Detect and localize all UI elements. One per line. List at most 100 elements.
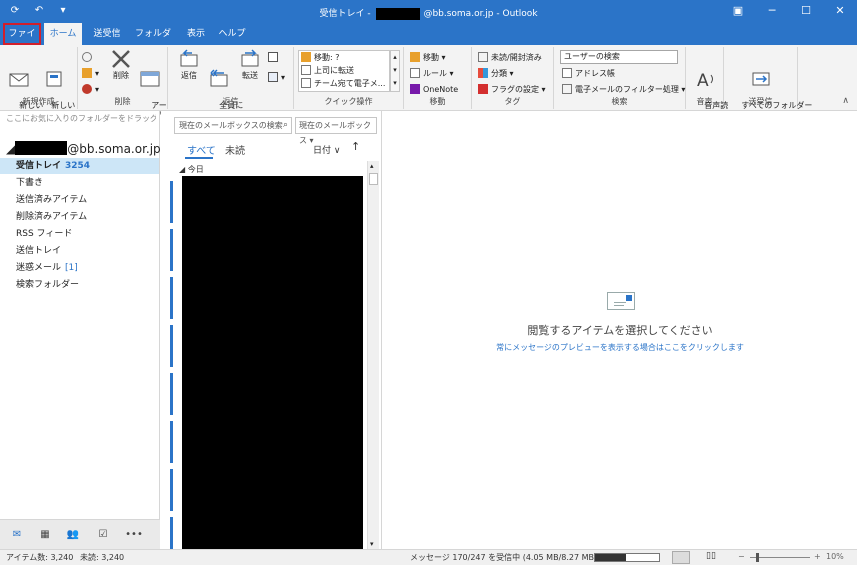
- mailbox-search-input[interactable]: 現在のメールボックスの検索 ⌕: [174, 117, 292, 134]
- folder-search[interactable]: 検索フォルダー: [0, 277, 159, 293]
- collapse-ribbon-icon[interactable]: ∧: [842, 96, 849, 106]
- mailbox-search-placeholder: 現在のメールボックスの検索: [179, 121, 283, 130]
- tab-view[interactable]: 表示: [180, 23, 212, 45]
- filter-unread[interactable]: 未読: [225, 142, 245, 157]
- no-item-selected-message: 閲覧するアイテムを選択してください: [527, 324, 713, 337]
- cleanup-button[interactable]: ▾: [82, 67, 99, 81]
- item-count: アイテム数: 3,240: [6, 553, 74, 562]
- read-unread-button[interactable]: 未読/開封済み: [478, 51, 542, 65]
- zoom-slider-track[interactable]: [750, 557, 810, 558]
- zoom-level[interactable]: 10%: [826, 552, 844, 561]
- message-list-scrollbar[interactable]: ▴ ▾: [367, 161, 379, 549]
- folder-rss[interactable]: RSS フィード: [0, 226, 159, 242]
- title-suffix: @bb.soma.or.jp - Outlook: [423, 9, 538, 19]
- normal-view-icon[interactable]: [672, 551, 690, 564]
- tab-home[interactable]: ホーム: [44, 23, 82, 45]
- title-prefix: 受信トレイ -: [319, 9, 374, 19]
- search-scope-dropdown[interactable]: 現在のメールボックス ▾: [295, 117, 377, 145]
- unread-indicator: [170, 277, 173, 319]
- mail-icon[interactable]: ✉: [10, 528, 24, 542]
- quick-step-move[interactable]: 移動: ?: [301, 51, 339, 65]
- reply-label: 返信: [181, 71, 197, 80]
- tab-folder[interactable]: フォルダー: [132, 23, 174, 61]
- quick-step-to-manager[interactable]: 上司に転送: [301, 64, 354, 78]
- reply-all-icon: [210, 69, 228, 87]
- filter-all[interactable]: すべて: [187, 142, 216, 157]
- categorize-button[interactable]: 分類 ▾: [478, 67, 514, 81]
- scroll-down-icon[interactable]: ▾: [370, 540, 374, 548]
- tab-help[interactable]: ヘルプ: [216, 23, 248, 45]
- address-book-button[interactable]: アドレス帳: [562, 67, 615, 81]
- more-respond-button[interactable]: ▾: [268, 71, 285, 85]
- folder-drafts[interactable]: 下書き: [0, 175, 159, 191]
- progress-fill: [595, 554, 627, 561]
- new-mail-icon: [9, 73, 29, 87]
- delete-label: 削除: [113, 71, 129, 80]
- search-people-input[interactable]: ユーザーの検索: [560, 50, 678, 64]
- sort-direction-icon[interactable]: ↑: [351, 140, 360, 153]
- folder-inbox[interactable]: 受信トレイ 3254: [0, 158, 159, 174]
- junk-button[interactable]: ▾: [82, 83, 99, 97]
- rules-label: ルール ▾: [423, 69, 454, 78]
- meeting-button[interactable]: [268, 51, 281, 65]
- group-delete: ▾ ▾ 削除 アー カイブ 削除: [78, 47, 168, 120]
- zoom-in-icon[interactable]: +: [814, 552, 821, 561]
- reading-view-icon[interactable]: ▯▯: [706, 551, 716, 561]
- redacted-message-list[interactable]: [182, 176, 363, 549]
- unread-indicator: [170, 325, 173, 367]
- read-aloud-icon: A: [697, 71, 713, 89]
- folder-sent[interactable]: 送信済みアイテム: [0, 192, 159, 208]
- more-apps-icon[interactable]: •••: [124, 528, 144, 542]
- account-header[interactable]: ◢ @bb.soma.or.jp: [6, 141, 161, 156]
- folder-pane: ここにお気に入りのフォルダーをドラッグします ◢@bb.soma.or.jp 受…: [0, 111, 161, 549]
- calendar-icon[interactable]: ▦: [38, 528, 52, 542]
- people-icon[interactable]: 👥: [66, 528, 80, 542]
- meeting-icon: [268, 52, 278, 62]
- junk-count: [1]: [65, 263, 78, 273]
- redacted-account: [15, 141, 68, 155]
- forward-button[interactable]: 転送: [236, 49, 264, 81]
- always-preview-link[interactable]: 常にメッセージのプレビューを表示する場合はここをクリックします: [383, 342, 857, 353]
- quick-steps-scroll[interactable]: ▴ ▾ ▾: [390, 50, 400, 92]
- group-today-label: 今日: [187, 165, 204, 174]
- rules-button[interactable]: ルール ▾: [410, 67, 454, 81]
- onenote-button[interactable]: OneNote: [410, 83, 458, 97]
- close-icon[interactable]: ✕: [823, 0, 857, 23]
- group-find-label: 検索: [611, 97, 628, 106]
- scroll-up-icon[interactable]: ▴: [370, 162, 374, 170]
- send-receive-all-icon: [752, 72, 770, 86]
- minimize-icon[interactable]: ─: [755, 0, 789, 23]
- navigation-bar: ✉ ▦ 👥 ☑ •••: [0, 519, 160, 549]
- group-move-label: 移動: [429, 97, 446, 106]
- group-delete-label: 削除: [114, 97, 131, 106]
- folder-deleted[interactable]: 削除済みアイテム: [0, 209, 159, 225]
- archive-icon: [140, 71, 160, 87]
- zoom-slider-thumb[interactable]: [756, 553, 759, 562]
- filter-email-button[interactable]: 電子メールのフィルター処理 ▾: [562, 83, 685, 97]
- unread-indicator: [170, 517, 173, 549]
- follow-up-button[interactable]: フラグの設定 ▾: [478, 83, 546, 97]
- tab-send-receive[interactable]: 送受信: [88, 23, 126, 45]
- ribbon: 新しい メール 新しい アイテム ▾ 新規作成 ▾ ▾ 削除 アー カイブ 削除…: [0, 45, 857, 120]
- onenote-icon: [410, 84, 420, 94]
- group-header-today[interactable]: ◢ 今日: [179, 164, 204, 175]
- unread-indicator: [170, 373, 173, 415]
- filter-email-label: 電子メールのフィルター処理 ▾: [575, 85, 686, 94]
- reply-button[interactable]: 返信: [174, 49, 204, 81]
- quick-step-team-email[interactable]: チーム宛て電子メ...: [301, 77, 385, 91]
- delete-button[interactable]: 削除: [108, 49, 134, 81]
- folder-junk[interactable]: 迷惑メール [1]: [0, 260, 159, 276]
- ignore-button[interactable]: [82, 51, 95, 65]
- tab-file[interactable]: ファイル: [3, 23, 41, 57]
- sort-by-date[interactable]: 日付 ∨: [313, 143, 340, 156]
- flag-icon: [478, 84, 488, 94]
- folder-outbox[interactable]: 送信トレイ: [0, 243, 159, 259]
- ribbon-display-icon[interactable]: ▣: [721, 0, 755, 23]
- address-book-icon: [562, 68, 572, 78]
- envelope-line: [614, 302, 626, 303]
- tasks-icon[interactable]: ☑: [96, 528, 110, 542]
- maximize-icon[interactable]: ☐: [789, 0, 823, 23]
- scroll-thumb[interactable]: [369, 173, 378, 185]
- move-button[interactable]: 移動 ▾: [410, 51, 446, 65]
- zoom-out-icon[interactable]: −: [738, 552, 745, 561]
